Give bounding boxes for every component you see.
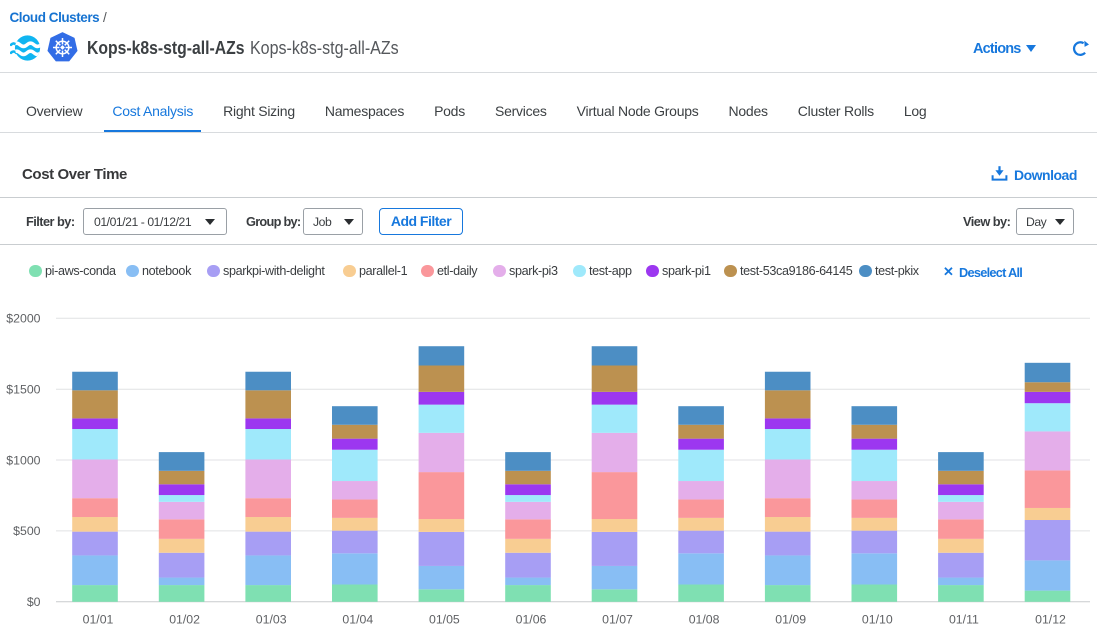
svg-text:$500: $500	[13, 524, 41, 538]
svg-text:01/03: 01/03	[256, 612, 287, 626]
svg-text:01/04: 01/04	[342, 612, 373, 626]
svg-text:01/10: 01/10	[862, 612, 893, 626]
svg-text:01/12: 01/12	[1035, 612, 1066, 626]
svg-text:01/02: 01/02	[169, 612, 200, 626]
svg-text:$1000: $1000	[6, 453, 40, 467]
svg-text:$1500: $1500	[6, 383, 40, 397]
svg-text:01/09: 01/09	[775, 612, 806, 626]
svg-text:$2000: $2000	[6, 312, 40, 326]
svg-text:01/05: 01/05	[429, 612, 460, 626]
svg-text:01/06: 01/06	[516, 612, 547, 626]
svg-text:01/01: 01/01	[83, 612, 114, 626]
svg-text:$0: $0	[27, 595, 41, 609]
svg-text:01/07: 01/07	[602, 612, 633, 626]
svg-text:01/11: 01/11	[949, 612, 979, 626]
svg-text:01/08: 01/08	[689, 612, 720, 626]
